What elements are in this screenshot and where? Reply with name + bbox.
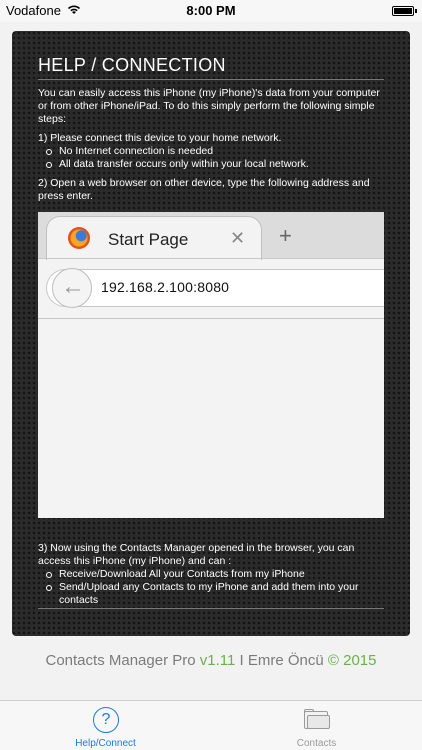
tab-contacts-label: Contacts <box>296 738 337 749</box>
back-button: ← <box>52 268 92 308</box>
status-bar: Vodafone 8:00 PM <box>0 0 422 22</box>
list-item: No Internet connection is needed <box>46 145 388 158</box>
question-mark-icon: ? <box>93 707 119 733</box>
list-item: Send/Upload any Contacts to my iPhone an… <box>46 581 388 607</box>
tab-help-connect-label: Help/Connect <box>75 738 136 749</box>
step-1-bullets: No Internet connection is needed All dat… <box>46 145 388 171</box>
step-3-text: 3) Now using the Contacts Manager opened… <box>38 542 355 567</box>
folder-icon <box>304 709 330 729</box>
arrow-left-icon: ← <box>61 273 85 300</box>
help-panel: HELP / CONNECTION You can easily access … <box>12 31 410 636</box>
tab-help-connect[interactable]: ? Help/Connect <box>0 701 211 750</box>
app-name: Contacts Manager Pro <box>45 652 196 669</box>
list-item: Receive/Download All your Contacts from … <box>46 568 388 581</box>
tab-contacts[interactable]: Contacts <box>211 701 422 750</box>
step-1-text: 1) Please connect this device to your ho… <box>38 132 282 144</box>
battery-icon <box>392 6 417 16</box>
step-3-bullets: Receive/Download All your Contacts from … <box>46 568 388 607</box>
browser-illustration: Start Page ✕ + ← 192.168.2.100:8080 <box>38 212 384 518</box>
step-3: 3) Now using the Contacts Manager opened… <box>38 542 388 607</box>
step-1: 1) Please connect this device to your ho… <box>38 132 388 171</box>
clock: 8:00 PM <box>186 3 236 18</box>
close-icon: ✕ <box>230 228 246 248</box>
footer-credits: Contacts Manager Pro v1.11 I Emre Öncü ©… <box>0 652 422 669</box>
author-name: Emre Öncü <box>247 652 324 669</box>
divider <box>38 258 384 259</box>
divider <box>38 608 384 609</box>
browser-tab-title: Start Page <box>108 230 189 249</box>
divider <box>38 79 384 80</box>
firefox-icon <box>68 227 90 249</box>
list-item: All data transfer occurs only within you… <box>46 158 388 171</box>
tab-bar: ? Help/Connect Contacts <box>0 700 422 750</box>
address-text: 192.168.2.100:8080 <box>101 279 230 295</box>
copyright-year: © 2015 <box>327 652 377 669</box>
intro-text: You can easily access this iPhone (my iP… <box>38 87 380 125</box>
step-2-text: 2) Open a web browser on other device, t… <box>38 177 370 202</box>
plus-icon: + <box>279 223 292 248</box>
app-version: v1.11 <box>199 652 236 669</box>
page-title: HELP / CONNECTION <box>38 55 226 75</box>
divider <box>38 318 384 319</box>
footer-separator: I <box>239 652 244 669</box>
